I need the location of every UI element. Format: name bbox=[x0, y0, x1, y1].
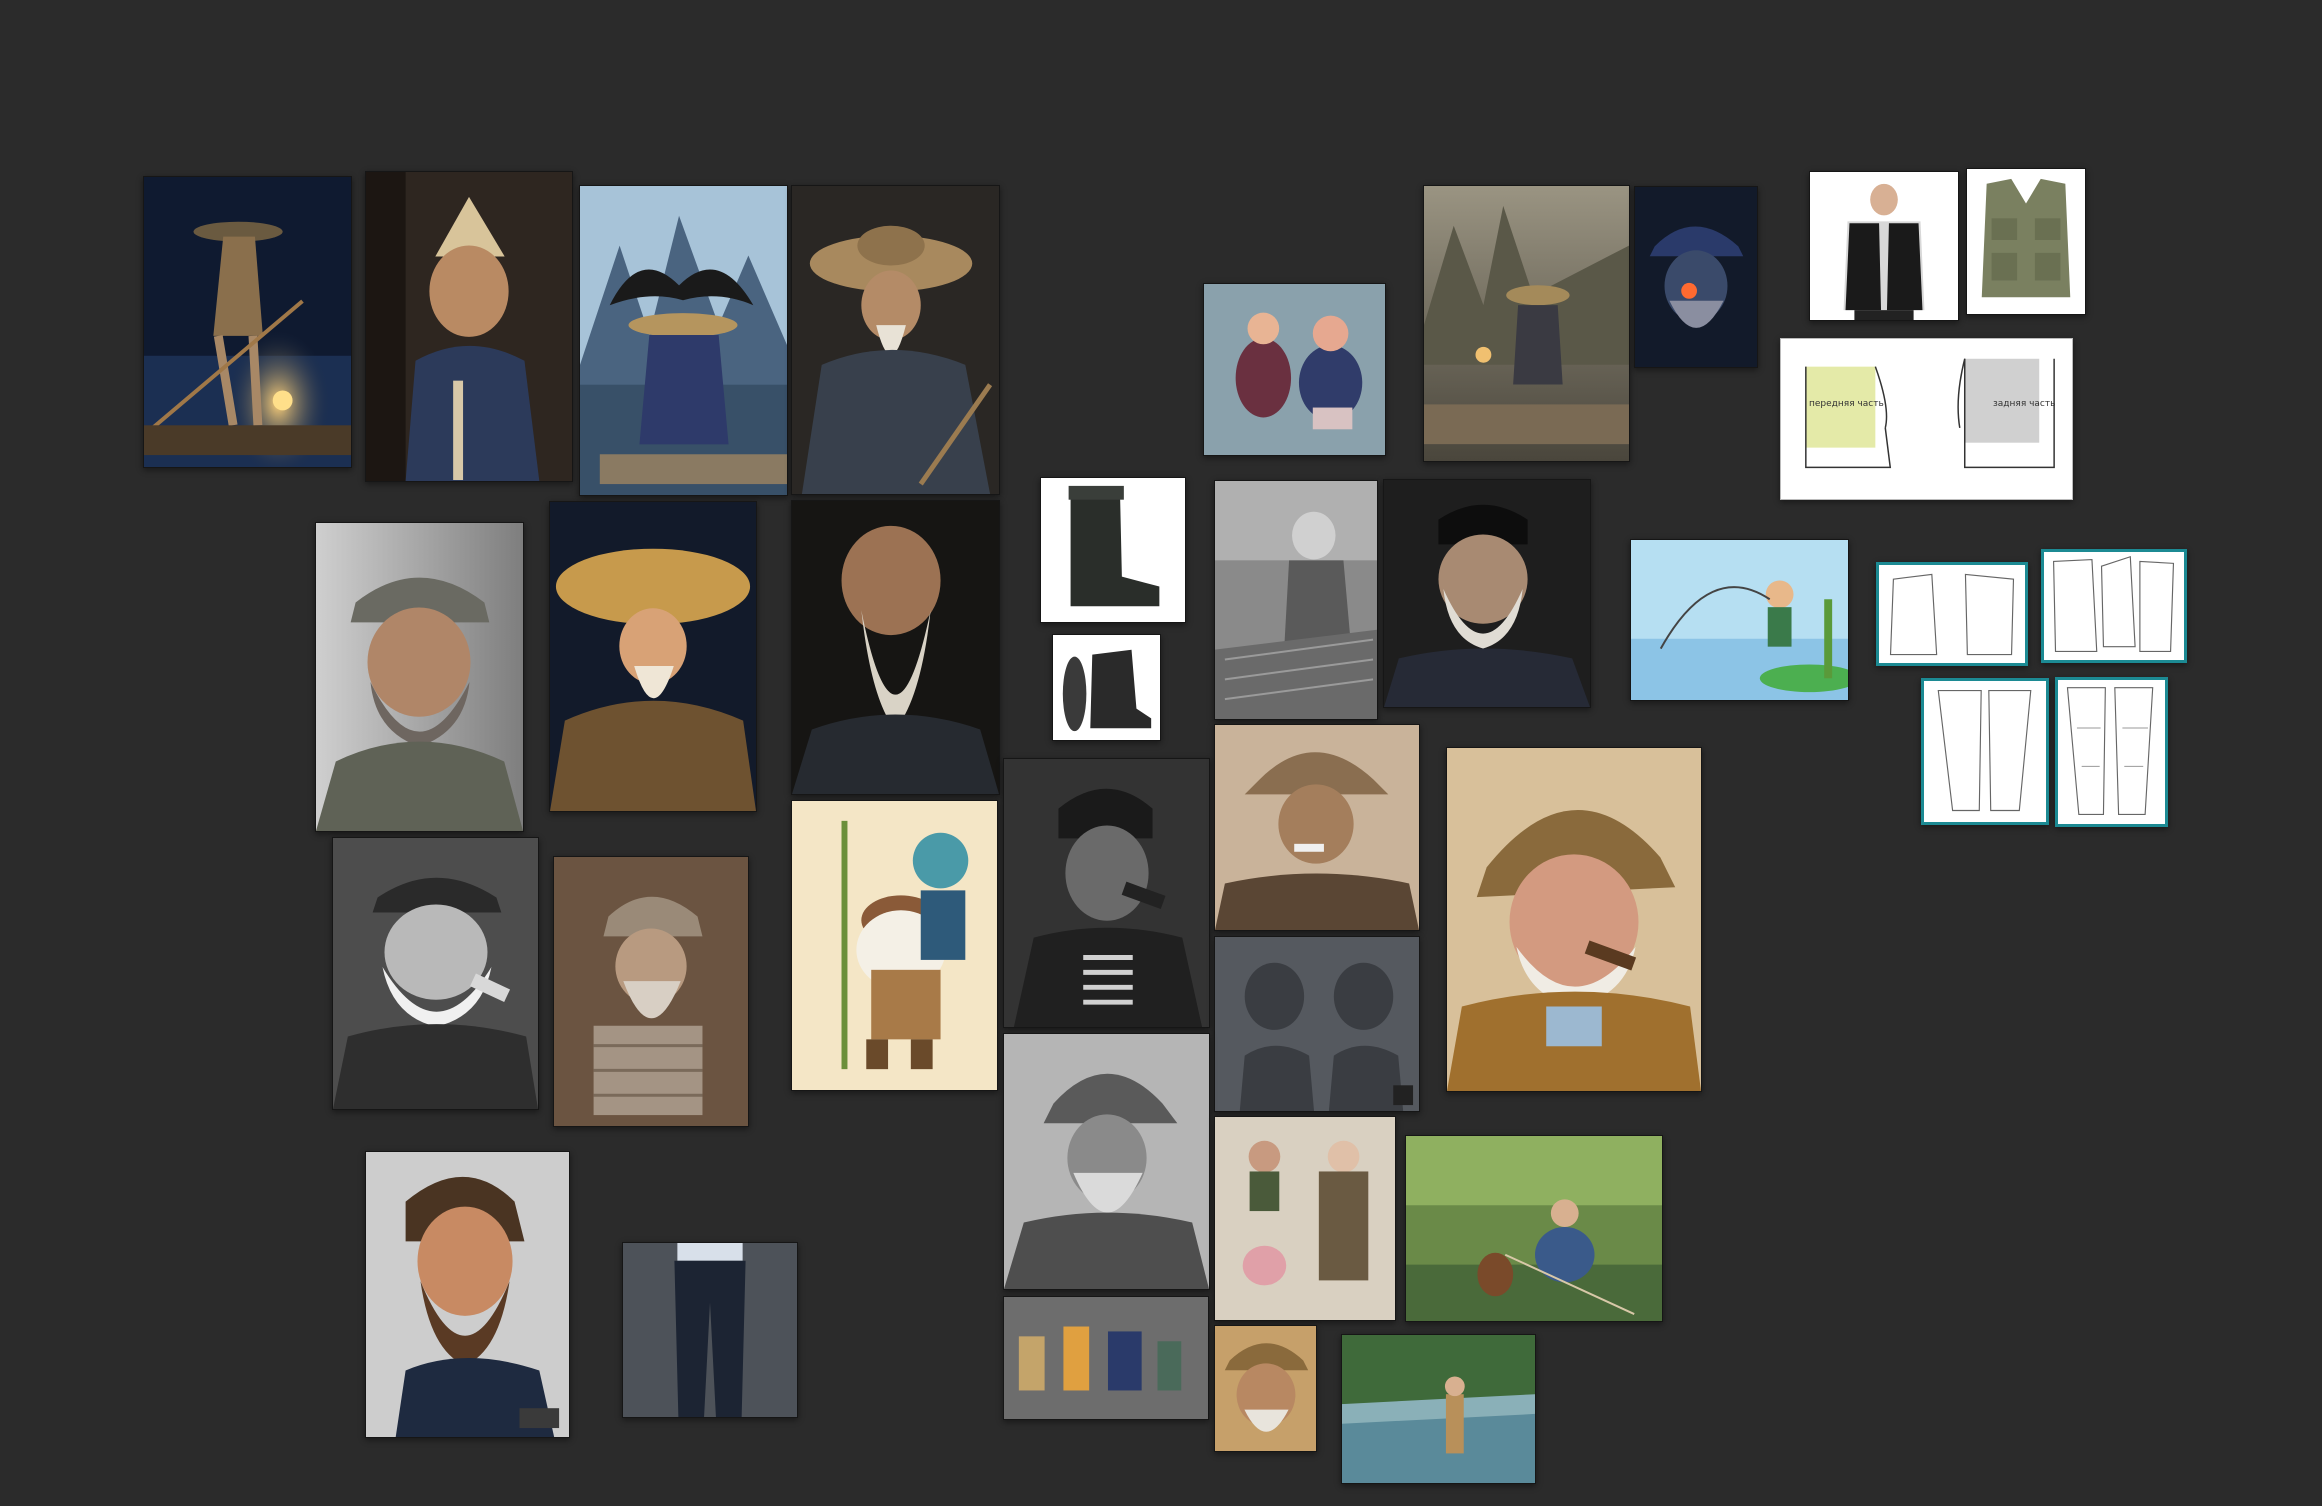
ref-image-old-man-pointed-hat[interactable] bbox=[365, 171, 573, 482]
ref-image-jeans-legs[interactable] bbox=[622, 1242, 798, 1418]
ref-image-rubber-boot[interactable] bbox=[1040, 477, 1186, 623]
ref-image-pipe-lighting-blue[interactable] bbox=[1634, 186, 1758, 368]
ref-image-straw-hat-fisherman[interactable] bbox=[791, 185, 1000, 495]
ref-image-cartoon-fisherman-rod[interactable] bbox=[1630, 539, 1849, 701]
ref-image-painting-sou-wester-pipe[interactable] bbox=[1446, 747, 1702, 1092]
ref-image-cartoon-fish-warrior[interactable] bbox=[791, 800, 998, 1091]
ref-image-pattern-jacket[interactable] bbox=[1876, 562, 2028, 666]
ref-image-fisherman-cormorant-karst[interactable] bbox=[579, 185, 788, 496]
ref-image-vest-pattern-draft[interactable]: передняя часть задняя часть bbox=[1780, 338, 2073, 500]
ref-image-3d-bearded-character[interactable] bbox=[365, 1151, 570, 1438]
ref-image-sepia-sou-wester-pipe[interactable] bbox=[1214, 724, 1420, 931]
pattern-label-back: задняя часть bbox=[1993, 399, 2056, 409]
ref-image-pattern-trousers[interactable] bbox=[1921, 678, 2049, 825]
ref-image-man-black-vest[interactable] bbox=[1809, 171, 1959, 321]
ref-image-khaki-fishing-vest[interactable] bbox=[1966, 168, 2086, 315]
ref-image-bald-bearded-elder[interactable] bbox=[791, 500, 1000, 795]
ref-image-character-sheet-fishermen[interactable] bbox=[1214, 1116, 1396, 1321]
ref-image-old-man-beanie[interactable] bbox=[1383, 479, 1591, 708]
ref-image-bearded-man-cap[interactable] bbox=[315, 522, 524, 832]
ref-image-river-fly-fishing[interactable] bbox=[1341, 1334, 1536, 1484]
ref-image-straw-hat-portrait-night[interactable] bbox=[549, 501, 757, 812]
ref-image-work-boot[interactable] bbox=[1052, 634, 1161, 741]
pattern-label-front: передняя часть bbox=[1809, 399, 1884, 409]
ref-image-cormorant-fisher-night[interactable] bbox=[143, 176, 352, 468]
ref-image-lineup-characters[interactable] bbox=[1003, 1296, 1209, 1420]
ref-image-bw-fisherman-net[interactable] bbox=[1214, 480, 1378, 720]
ref-image-sculpt-heads-pipe[interactable] bbox=[1214, 936, 1420, 1112]
ref-image-pattern-coat[interactable] bbox=[2041, 549, 2187, 663]
ref-image-bw-captain-pipe[interactable] bbox=[332, 837, 539, 1110]
ref-image-painting-fishing-boys[interactable] bbox=[1405, 1135, 1663, 1322]
ref-image-bw-sou-wester-pipe[interactable] bbox=[1003, 1033, 1210, 1290]
ref-image-beanie-pipe-portrait[interactable] bbox=[1003, 758, 1210, 1028]
ref-image-sepia-fisherman-basket[interactable] bbox=[553, 856, 749, 1127]
ref-image-pattern-trousers-detail[interactable] bbox=[2055, 677, 2168, 827]
moodboard-canvas[interactable]: передняя часть задняя часть bbox=[0, 0, 2322, 1506]
ref-image-cormorant-lantern-mist[interactable] bbox=[1423, 185, 1630, 462]
ref-image-old-fisherman-closeup[interactable] bbox=[1214, 1325, 1317, 1452]
ref-image-cartoon-two-fishermen[interactable] bbox=[1203, 283, 1386, 456]
